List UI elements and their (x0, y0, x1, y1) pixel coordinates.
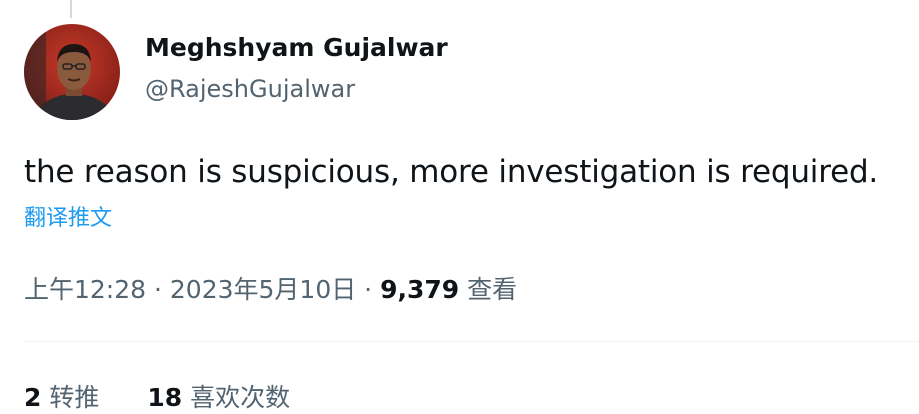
likes-label: 喜欢次数 (190, 383, 291, 412)
retweets-label: 转推 (49, 383, 100, 412)
views-label: 查看 (467, 275, 518, 304)
author-display-name[interactable]: Meghshyam Gujalwar (145, 33, 448, 62)
translate-tweet-link[interactable]: 翻译推文 (24, 200, 112, 232)
author-handle[interactable]: @RajeshGujalwar (145, 75, 355, 103)
avatar[interactable] (24, 24, 120, 120)
tweet-text: the reason is suspicious, more investiga… (24, 154, 879, 190)
tweet-date[interactable]: 2023年5月10日 (170, 275, 356, 304)
avatar-image (24, 24, 120, 120)
thread-connector-line (70, 0, 72, 18)
divider (24, 341, 919, 342)
meta-separator: · (146, 275, 170, 304)
likes-count: 18 (147, 383, 183, 412)
meta-separator: · (356, 275, 381, 304)
views-count: 9,379 (380, 275, 460, 304)
retweets-count: 2 (24, 383, 42, 412)
tweet-meta: 上午12:28 · 2023年5月10日 · 9,379 查看 (24, 270, 517, 306)
tweet-time[interactable]: 上午12:28 (24, 275, 146, 304)
